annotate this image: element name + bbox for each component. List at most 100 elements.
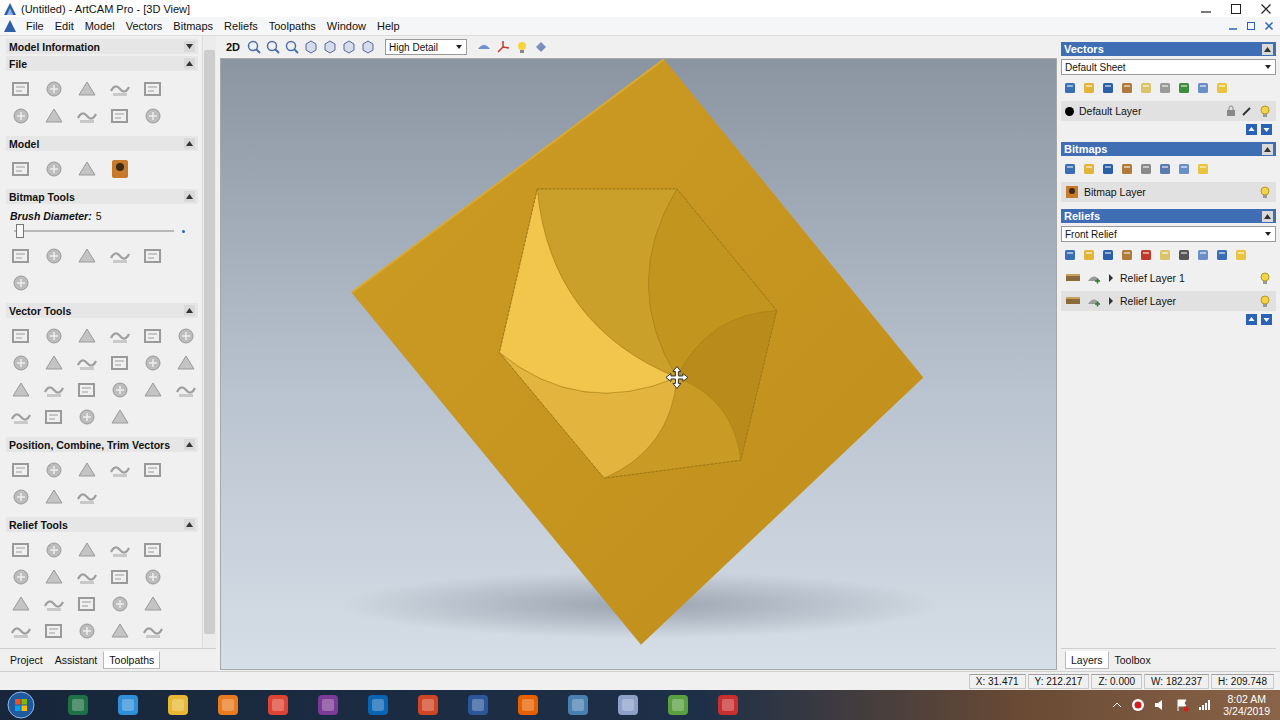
- minimize-icon[interactable]: [1192, 1, 1220, 17]
- tool-icon[interactable]: [43, 245, 65, 267]
- taskbar-app-icon[interactable]: [116, 693, 140, 717]
- tool-icon[interactable]: [10, 158, 32, 180]
- menu-item[interactable]: Edit: [50, 19, 79, 33]
- tool-icon[interactable]: [10, 245, 32, 267]
- volume-icon[interactable]: [1153, 698, 1167, 712]
- tray-arrow-icon[interactable]: [1111, 699, 1123, 711]
- visibility-bulb-icon[interactable]: [1258, 294, 1272, 308]
- collapse-icon[interactable]: [1262, 44, 1273, 55]
- menu-item[interactable]: Bitmaps: [168, 19, 218, 33]
- dropdown-arrow-icon[interactable]: [1262, 60, 1274, 74]
- panel-tool-icon[interactable]: [1139, 162, 1153, 176]
- taskbar-app-icon[interactable]: [366, 693, 390, 717]
- tool-icon[interactable]: [10, 620, 32, 642]
- panel-tool-icon[interactable]: [1082, 162, 1096, 176]
- panel-tool-icon[interactable]: [1082, 248, 1096, 262]
- relief-combine-icon[interactable]: [1086, 271, 1102, 285]
- visibility-bulb-icon[interactable]: [1258, 271, 1272, 285]
- panel-tool-icon[interactable]: [1120, 248, 1134, 262]
- bitmap-layer[interactable]: Bitmap Layer: [1061, 182, 1276, 202]
- section-header[interactable]: Relief Tools: [6, 517, 198, 532]
- tool-icon[interactable]: [142, 78, 164, 100]
- menu-item[interactable]: Reliefs: [219, 19, 263, 33]
- section-header[interactable]: Model: [6, 136, 198, 151]
- panel-tool-icon[interactable]: [1101, 248, 1115, 262]
- panel-tool-icon[interactable]: [1139, 248, 1153, 262]
- tool-icon[interactable]: [76, 539, 98, 561]
- vector-layer[interactable]: Default Layer: [1061, 101, 1276, 121]
- tool-icon[interactable]: [76, 459, 98, 481]
- tool-icon[interactable]: [43, 486, 65, 508]
- tool-icon[interactable]: [109, 379, 131, 401]
- panel-tool-icon[interactable]: [1196, 248, 1210, 262]
- panel-tool-icon[interactable]: [1215, 81, 1229, 95]
- tool-icon[interactable]: [175, 325, 197, 347]
- tool-icon[interactable]: [43, 78, 65, 100]
- menu-item[interactable]: Window: [322, 19, 371, 33]
- sheet-dropdown[interactable]: Default Sheet: [1061, 59, 1276, 75]
- pen-icon[interactable]: [1241, 105, 1253, 117]
- tool-icon[interactable]: [10, 105, 32, 127]
- doc-minimize-icon[interactable]: [1226, 19, 1240, 33]
- doc-restore-icon[interactable]: [1244, 19, 1258, 33]
- taskbar-app-icon[interactable]: [466, 693, 490, 717]
- 2d-view-button[interactable]: 2D: [226, 41, 240, 53]
- tool-icon[interactable]: [10, 406, 32, 428]
- collapse-icon[interactable]: [184, 41, 195, 52]
- slider-thumb[interactable]: [16, 224, 24, 238]
- collapse-icon[interactable]: [184, 191, 195, 202]
- tool-icon[interactable]: [142, 325, 164, 347]
- tool-icon[interactable]: [142, 245, 164, 267]
- taskbar-app-icon[interactable]: [316, 693, 340, 717]
- taskbar-app-icon[interactable]: [666, 693, 690, 717]
- section-header[interactable]: Vector Tools: [6, 303, 198, 318]
- panel-tool-icon[interactable]: [1196, 81, 1210, 95]
- clock[interactable]: 8:02 AM 3/24/2019: [1219, 693, 1270, 717]
- relief-combine-icon[interactable]: [1086, 294, 1102, 308]
- tool-icon[interactable]: [43, 593, 65, 615]
- panel-tool-icon[interactable]: [1215, 248, 1229, 262]
- tool-icon[interactable]: [43, 539, 65, 561]
- network-icon[interactable]: [1197, 698, 1211, 712]
- collapse-icon[interactable]: [184, 58, 195, 69]
- taskbar-app-icon[interactable]: [516, 693, 540, 717]
- section-header[interactable]: File: [6, 56, 198, 71]
- section-header[interactable]: Position, Combine, Trim Vectors: [6, 437, 198, 452]
- panel-tab[interactable]: Project: [4, 651, 49, 669]
- taskbar-app-icon[interactable]: [266, 693, 290, 717]
- view-tool-icon[interactable]: [303, 39, 319, 55]
- view-tool-icon[interactable]: [284, 39, 300, 55]
- relief-layer[interactable]: Relief Layer: [1061, 291, 1276, 311]
- tool-icon[interactable]: [76, 78, 98, 100]
- taskbar-app-icon[interactable]: [716, 693, 740, 717]
- tool-icon[interactable]: [142, 593, 164, 615]
- tool-icon[interactable]: [142, 539, 164, 561]
- collapse-icon[interactable]: [184, 519, 195, 530]
- tool-icon[interactable]: [43, 459, 65, 481]
- tool-icon[interactable]: [10, 593, 32, 615]
- menu-item[interactable]: Help: [372, 19, 405, 33]
- panel-tool-icon[interactable]: [1177, 248, 1191, 262]
- panel-tool-icon[interactable]: [1158, 81, 1172, 95]
- panel-tool-icon[interactable]: [1177, 81, 1191, 95]
- tool-icon[interactable]: [109, 352, 131, 374]
- tool-icon[interactable]: [109, 158, 131, 180]
- expand-icon[interactable]: [1107, 296, 1115, 306]
- tool-icon[interactable]: [10, 272, 32, 294]
- tool-icon[interactable]: [10, 352, 32, 374]
- move-down-icon[interactable]: [1261, 314, 1272, 325]
- view-tool-icon[interactable]: [246, 39, 262, 55]
- panel-tool-icon[interactable]: [1234, 248, 1248, 262]
- tool-icon[interactable]: [76, 593, 98, 615]
- tool-icon[interactable]: [142, 566, 164, 588]
- tool-icon[interactable]: [109, 620, 131, 642]
- taskbar-app-icon[interactable]: [66, 693, 90, 717]
- tool-icon[interactable]: [76, 158, 98, 180]
- vectors-header[interactable]: Vectors: [1061, 42, 1276, 56]
- tool-icon[interactable]: [43, 379, 65, 401]
- relief-layer[interactable]: Relief Layer 1: [1061, 268, 1276, 288]
- panel-tool-icon[interactable]: [1101, 162, 1115, 176]
- tool-icon[interactable]: [76, 566, 98, 588]
- tool-icon[interactable]: [109, 566, 131, 588]
- lock-icon[interactable]: [1226, 105, 1236, 117]
